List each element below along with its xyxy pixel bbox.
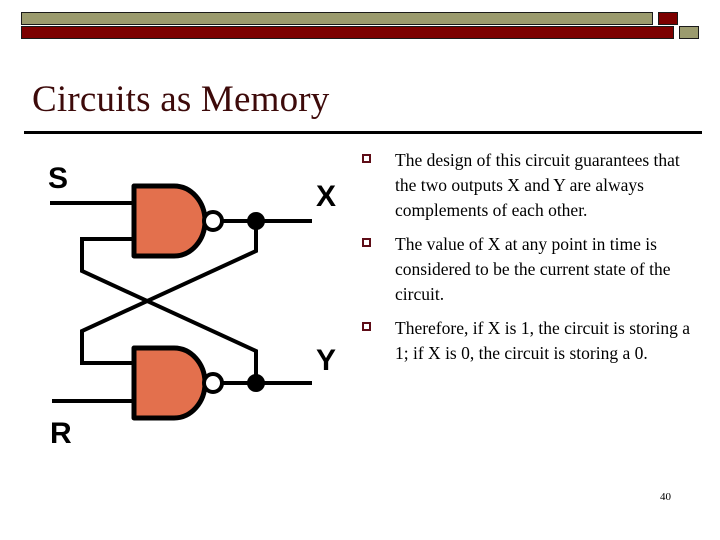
hollow-square-bullet-icon [362, 238, 371, 247]
bullet-text: The design of this circuit guarantees th… [395, 150, 680, 220]
nand-gate-top-body [131, 183, 208, 259]
title-divider-rule [24, 131, 702, 134]
banner-bar-dark-red [21, 26, 674, 39]
circuit-label-s: S [48, 162, 68, 195]
sr-latch-circuit-diagram: S R X Y [22, 158, 362, 450]
bullet-text: The value of X at any point in time is c… [395, 234, 671, 304]
nand-gate-bottom [131, 345, 224, 421]
nand-gate-top-inversion-bubble [202, 210, 224, 232]
page-title: Circuits as Memory [32, 79, 330, 120]
nand-gate-top [131, 183, 224, 259]
bullet-list: The design of this circuit guarantees th… [362, 148, 692, 375]
circuit-svg: S R X Y [48, 162, 336, 450]
header-banner [21, 12, 699, 40]
circuit-label-x: X [316, 180, 336, 213]
bullet-text: Therefore, if X is 1, the circuit is sto… [395, 318, 690, 363]
page-number: 40 [660, 491, 671, 503]
nand-gate-bottom-body [131, 345, 208, 421]
banner-square-dark-red [658, 12, 678, 25]
banner-square-olive [679, 26, 699, 39]
list-item: The value of X at any point in time is c… [362, 232, 692, 307]
circuit-label-r: R [50, 417, 72, 443]
list-item: The design of this circuit guarantees th… [362, 148, 692, 223]
circuit-label-y: Y [316, 344, 336, 377]
hollow-square-bullet-icon [362, 322, 371, 331]
nand-gate-bottom-inversion-bubble [202, 372, 224, 394]
banner-bar-olive [21, 12, 653, 25]
list-item: Therefore, if X is 1, the circuit is sto… [362, 316, 692, 366]
hollow-square-bullet-icon [362, 154, 371, 163]
